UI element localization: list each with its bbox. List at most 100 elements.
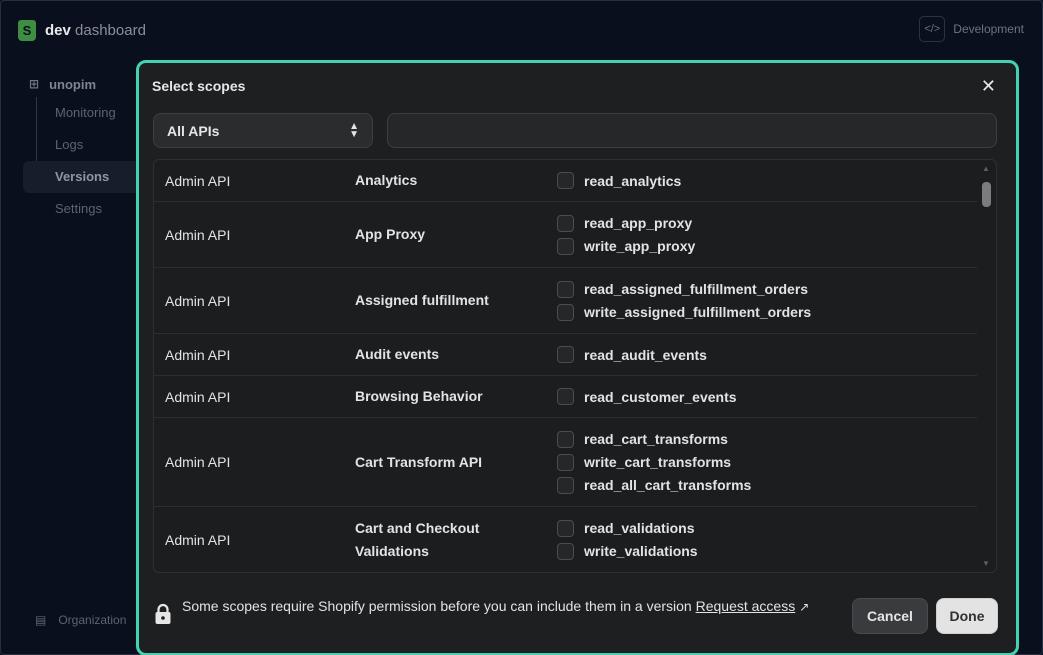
scope-option[interactable]: read_customer_events	[557, 385, 977, 408]
apps-grid-icon: ⊞	[29, 77, 40, 91]
scopes-table: Admin API Analytics read_analytics Admin AP…	[153, 159, 997, 573]
scopes-table-body: Admin API Analytics read_analytics Admin AP…	[154, 160, 996, 572]
scopes-cell: read_assigned_fulfillment_orders write_as…	[557, 278, 977, 324]
brand-title[interactable]: dev dashboard	[45, 22, 146, 39]
scope-checkbox[interactable]	[557, 519, 574, 537]
sidebar-app-name: unopim	[49, 76, 96, 92]
api-name-cell: Admin API	[165, 454, 231, 470]
scope-checkbox[interactable]	[557, 430, 574, 448]
sidebar: ⊞ unopim Monitoring Logs Versions Settin…	[23, 71, 138, 225]
done-button[interactable]: Done	[936, 598, 998, 634]
permission-notice-text: Some scopes require Shopify permission b…	[182, 598, 696, 614]
environment-label: Development	[953, 22, 1024, 36]
api-name-cell: Admin API	[165, 226, 231, 243]
scope-option[interactable]: read_assigned_fulfillment_orders	[557, 278, 977, 301]
scope-option[interactable]: write_assigned_fulfillment_orders	[557, 301, 977, 324]
api-filter-value: All APIs	[167, 122, 220, 139]
code-icon: </>	[919, 16, 946, 42]
table-row: Admin API Audit events read_audit_events	[154, 334, 977, 376]
shopify-logo-icon: S	[18, 19, 36, 41]
scroll-down-icon[interactable]: ▼	[982, 559, 990, 568]
select-scopes-modal: Select scopes ✕ All APIs ▲ ▼ Admin API Ana…	[136, 60, 1019, 655]
sidebar-app[interactable]: ⊞ unopim	[23, 71, 138, 97]
scope-checkbox[interactable]	[557, 453, 574, 471]
scope-label: read_assigned_fulfillment_orders	[584, 281, 809, 297]
scope-checkbox[interactable]	[557, 172, 574, 189]
sidebar-organization[interactable]: ▤ Organization	[35, 613, 126, 627]
building-icon: ▤	[35, 613, 47, 627]
scope-label: read_cart_transforms	[584, 431, 728, 447]
select-chevron-icon: ▲ ▼	[349, 120, 359, 140]
scope-option[interactable]: write_cart_transforms	[557, 451, 977, 474]
lock-icon	[155, 603, 171, 624]
scopes-cell: read_validations write_validations	[557, 517, 977, 563]
scopes-cell: read_customer_events	[557, 385, 977, 408]
api-name-cell: Admin API	[165, 172, 231, 189]
scope-group-cell: Analytics	[355, 172, 418, 188]
scope-checkbox[interactable]	[557, 237, 574, 255]
sidebar-item-monitoring[interactable]: Monitoring	[23, 97, 138, 129]
scope-label: read_customer_events	[584, 388, 737, 405]
scope-label: write_cart_transforms	[584, 454, 732, 470]
scope-checkbox[interactable]	[557, 280, 574, 298]
table-row: Admin API Assigned fulfillment read_assign…	[154, 268, 977, 334]
organization-label: Organization	[58, 613, 127, 627]
scope-option[interactable]: write_validations	[557, 540, 977, 563]
scope-option[interactable]: read_cart_transforms	[557, 428, 977, 451]
scope-checkbox[interactable]	[557, 303, 574, 321]
scroll-up-icon[interactable]: ▲	[982, 164, 990, 173]
sidebar-item-settings[interactable]: Settings	[23, 193, 138, 225]
scope-checkbox[interactable]	[557, 476, 574, 494]
scope-label: write_assigned_fulfillment_orders	[584, 304, 812, 320]
scope-label: read_audit_events	[584, 346, 707, 363]
scope-option[interactable]: read_validations	[557, 517, 977, 540]
request-access-link[interactable]: Request access	[696, 598, 796, 614]
scope-search-input[interactable]	[387, 113, 997, 148]
environment-badge[interactable]: </> Development	[919, 15, 1024, 43]
sidebar-item-logs[interactable]: Logs	[23, 129, 138, 161]
close-icon[interactable]: ✕	[981, 76, 996, 97]
external-link-icon[interactable]: ↗	[799, 600, 809, 614]
scope-group-cell: Audit events	[355, 346, 440, 362]
scope-checkbox[interactable]	[557, 346, 574, 363]
sidebar-item-versions[interactable]: Versions	[23, 161, 138, 193]
scope-option[interactable]: read_all_cart_transforms	[557, 474, 977, 497]
scope-label: read_validations	[584, 520, 695, 536]
scope-label: read_all_cart_transforms	[584, 477, 752, 493]
scope-option[interactable]: read_analytics	[557, 169, 977, 192]
scope-label: write_validations	[584, 543, 698, 559]
table-row: Admin API App Proxy read_app_proxy write_ap…	[154, 202, 977, 268]
scope-label: write_app_proxy	[584, 238, 696, 254]
scope-group-cell: Assigned fulfillment	[355, 292, 489, 308]
api-name-cell: Admin API	[165, 388, 231, 405]
api-filter-select[interactable]: All APIs ▲ ▼	[153, 113, 373, 148]
api-name-cell: Admin API	[165, 292, 231, 309]
scope-checkbox[interactable]	[557, 542, 574, 560]
api-name-cell: Admin API	[165, 531, 231, 548]
scopes-cell: read_cart_transforms write_cart_transform…	[557, 428, 977, 497]
table-row: Admin API Browsing Behavior read_customer_…	[154, 376, 977, 418]
scope-option[interactable]: read_app_proxy	[557, 212, 977, 235]
scope-label: read_analytics	[584, 172, 682, 189]
top-bar: S dev dashboard </> Development	[1, 1, 1043, 59]
table-row: Admin API Cart Transform API read_cart_tra…	[154, 418, 977, 507]
scope-checkbox[interactable]	[557, 214, 574, 232]
modal-title: Select scopes	[152, 78, 246, 94]
scope-checkbox[interactable]	[557, 388, 574, 405]
scope-option[interactable]: write_app_proxy	[557, 235, 977, 258]
scope-group-cell: App Proxy	[355, 226, 426, 242]
scopes-cell: read_analytics	[557, 169, 977, 192]
permission-notice: Some scopes require Shopify permission b…	[182, 595, 842, 619]
scopes-cell: read_audit_events	[557, 343, 977, 366]
scopes-cell: read_app_proxy write_app_proxy	[557, 212, 977, 258]
scope-group-cell: Cart and Checkout Validations	[355, 519, 480, 559]
api-name-cell: Admin API	[165, 346, 231, 363]
scope-label: read_app_proxy	[584, 215, 693, 231]
scope-option[interactable]: read_audit_events	[557, 343, 977, 366]
scope-group-cell: Browsing Behavior	[355, 388, 483, 404]
cancel-button[interactable]: Cancel	[852, 598, 928, 634]
table-row: Admin API Analytics read_analytics	[154, 160, 977, 202]
scope-group-cell: Cart Transform API	[355, 453, 483, 470]
scroll-thumb[interactable]	[982, 182, 991, 207]
table-scrollbar[interactable]: ▲ ▼	[976, 160, 996, 572]
